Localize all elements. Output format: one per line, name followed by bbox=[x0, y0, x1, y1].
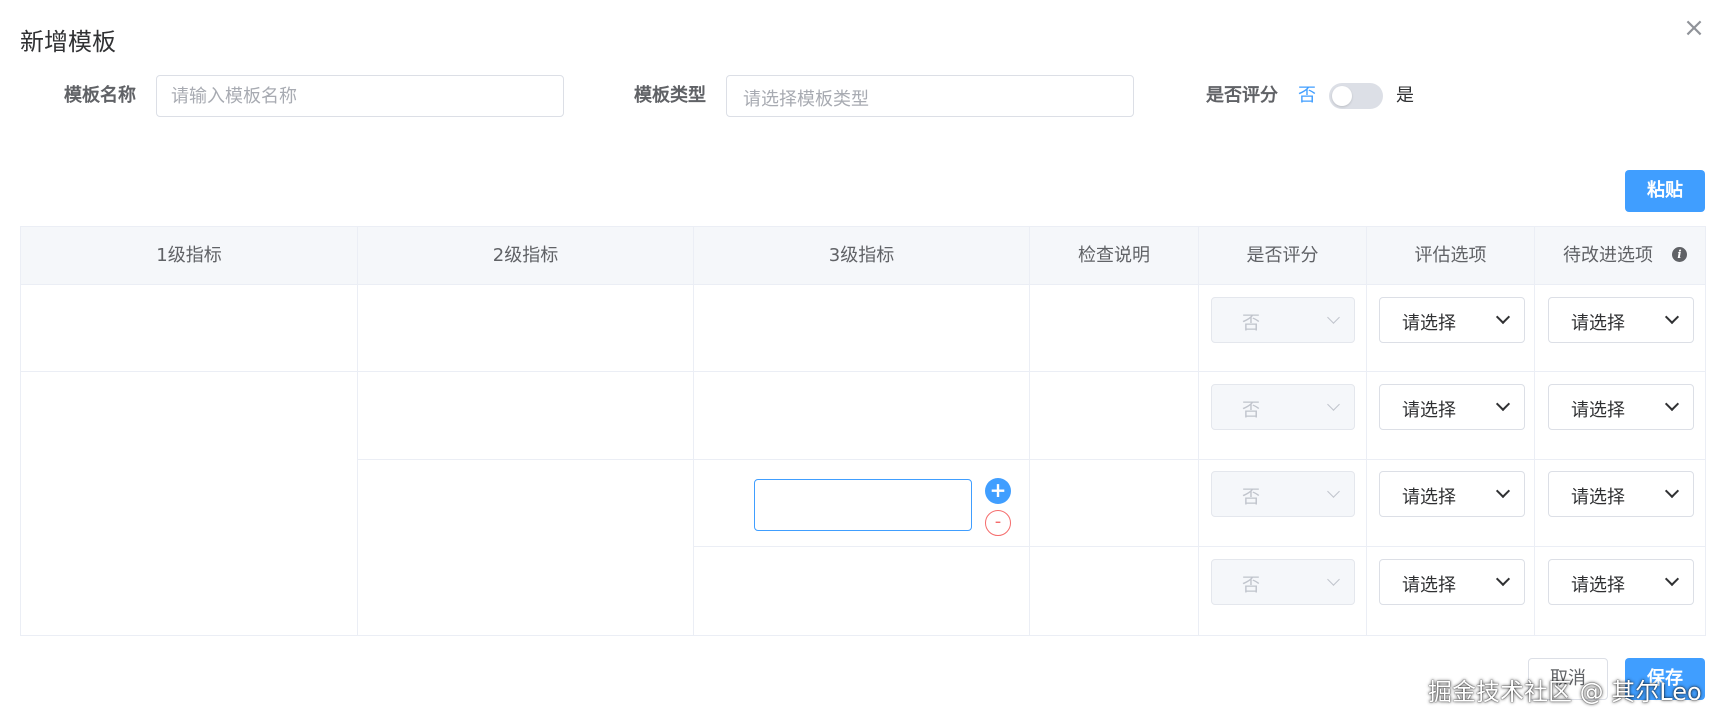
switch-off-text[interactable]: 否 bbox=[1298, 84, 1316, 108]
level3-input[interactable] bbox=[754, 479, 972, 531]
chevron-down-icon bbox=[1327, 485, 1340, 498]
improve-select[interactable]: 请选择 bbox=[1548, 559, 1694, 605]
is-score-value: 否 bbox=[1242, 575, 1260, 596]
check-note-cell bbox=[1030, 460, 1199, 547]
template-name-label: 模板名称 bbox=[64, 85, 136, 106]
score-label: 是否评分 bbox=[1206, 85, 1278, 106]
header-is-score: 是否评分 bbox=[1199, 227, 1367, 285]
chevron-down-icon bbox=[1664, 483, 1680, 499]
level2-cell bbox=[358, 460, 694, 635]
header-check-note: 检查说明 bbox=[1030, 227, 1199, 285]
watermark: 掘金技术社区 @ 其尔Leo bbox=[1428, 678, 1702, 706]
dialog-title: 新增模板 bbox=[20, 28, 116, 56]
eval-value: 请选择 bbox=[1402, 575, 1456, 596]
improve-select[interactable]: 请选择 bbox=[1548, 384, 1694, 430]
is-score-value: 否 bbox=[1242, 487, 1260, 508]
level1-cell bbox=[21, 372, 358, 635]
level3-cell bbox=[694, 285, 1030, 372]
switch-on-text[interactable]: 是 bbox=[1396, 84, 1414, 108]
chevron-down-icon bbox=[1327, 573, 1340, 586]
level3-cell bbox=[694, 547, 1030, 635]
is-score-select[interactable]: 否 bbox=[1211, 471, 1355, 517]
chevron-down-icon bbox=[1495, 396, 1511, 412]
improve-select[interactable]: 请选择 bbox=[1548, 471, 1694, 517]
chevron-down-icon bbox=[1664, 396, 1680, 412]
header-eval-options: 评估选项 bbox=[1367, 227, 1535, 285]
switch-knob bbox=[1332, 86, 1352, 106]
template-type-label: 模板类型 bbox=[634, 85, 706, 106]
chevron-down-icon bbox=[1664, 309, 1680, 325]
check-note-cell bbox=[1030, 372, 1199, 460]
score-switch[interactable] bbox=[1329, 83, 1383, 109]
level3-cell bbox=[694, 372, 1030, 460]
chevron-down-icon bbox=[1495, 483, 1511, 499]
eval-value: 请选择 bbox=[1402, 487, 1456, 508]
level2-cell bbox=[358, 372, 694, 460]
add-template-dialog: 新增模板 × 模板名称 模板类型 请选择模板类型 是否评分 否 是 粘贴 1级指… bbox=[0, 0, 1727, 724]
close-icon[interactable]: × bbox=[1682, 15, 1706, 41]
chevron-down-icon bbox=[1664, 571, 1680, 587]
improve-select[interactable]: 请选择 bbox=[1548, 297, 1694, 343]
header-improve-label: 待改进选项 bbox=[1563, 245, 1653, 266]
header-level3: 3级指标 bbox=[694, 227, 1030, 285]
chevron-down-icon bbox=[1495, 309, 1511, 325]
check-note-cell bbox=[1030, 547, 1199, 635]
eval-value: 请选择 bbox=[1402, 313, 1456, 334]
template-name-input[interactable] bbox=[156, 75, 564, 117]
template-type-placeholder: 请选择模板类型 bbox=[743, 89, 869, 110]
chevron-down-icon bbox=[1327, 398, 1340, 411]
improve-value: 请选择 bbox=[1571, 400, 1625, 421]
eval-value: 请选择 bbox=[1402, 400, 1456, 421]
template-type-select[interactable]: 请选择模板类型 bbox=[726, 75, 1134, 117]
eval-select[interactable]: 请选择 bbox=[1379, 384, 1525, 430]
eval-select[interactable]: 请选择 bbox=[1379, 297, 1525, 343]
eval-select[interactable]: 请选择 bbox=[1379, 559, 1525, 605]
check-note-cell bbox=[1030, 285, 1199, 372]
is-score-value: 否 bbox=[1242, 400, 1260, 421]
level2-cell bbox=[358, 285, 694, 372]
chevron-down-icon bbox=[1327, 311, 1340, 324]
improve-value: 请选择 bbox=[1571, 487, 1625, 508]
is-score-select[interactable]: 否 bbox=[1211, 559, 1355, 605]
header-level2: 2级指标 bbox=[358, 227, 694, 285]
improve-value: 请选择 bbox=[1571, 575, 1625, 596]
template-table: 1级指标 2级指标 3级指标 检查说明 是否评分 评估选项 待改进选项 i 否 … bbox=[20, 226, 1706, 636]
improve-value: 请选择 bbox=[1571, 313, 1625, 334]
remove-row-button[interactable]: - bbox=[985, 510, 1011, 536]
paste-button[interactable]: 粘贴 bbox=[1625, 170, 1705, 212]
is-score-select[interactable]: 否 bbox=[1211, 297, 1355, 343]
is-score-value: 否 bbox=[1242, 313, 1260, 334]
eval-select[interactable]: 请选择 bbox=[1379, 471, 1525, 517]
add-row-button[interactable]: + bbox=[985, 478, 1011, 504]
info-icon[interactable]: i bbox=[1672, 247, 1687, 262]
header-level1: 1级指标 bbox=[21, 227, 358, 285]
level1-cell bbox=[21, 285, 358, 372]
chevron-down-icon bbox=[1495, 571, 1511, 587]
is-score-select[interactable]: 否 bbox=[1211, 384, 1355, 430]
